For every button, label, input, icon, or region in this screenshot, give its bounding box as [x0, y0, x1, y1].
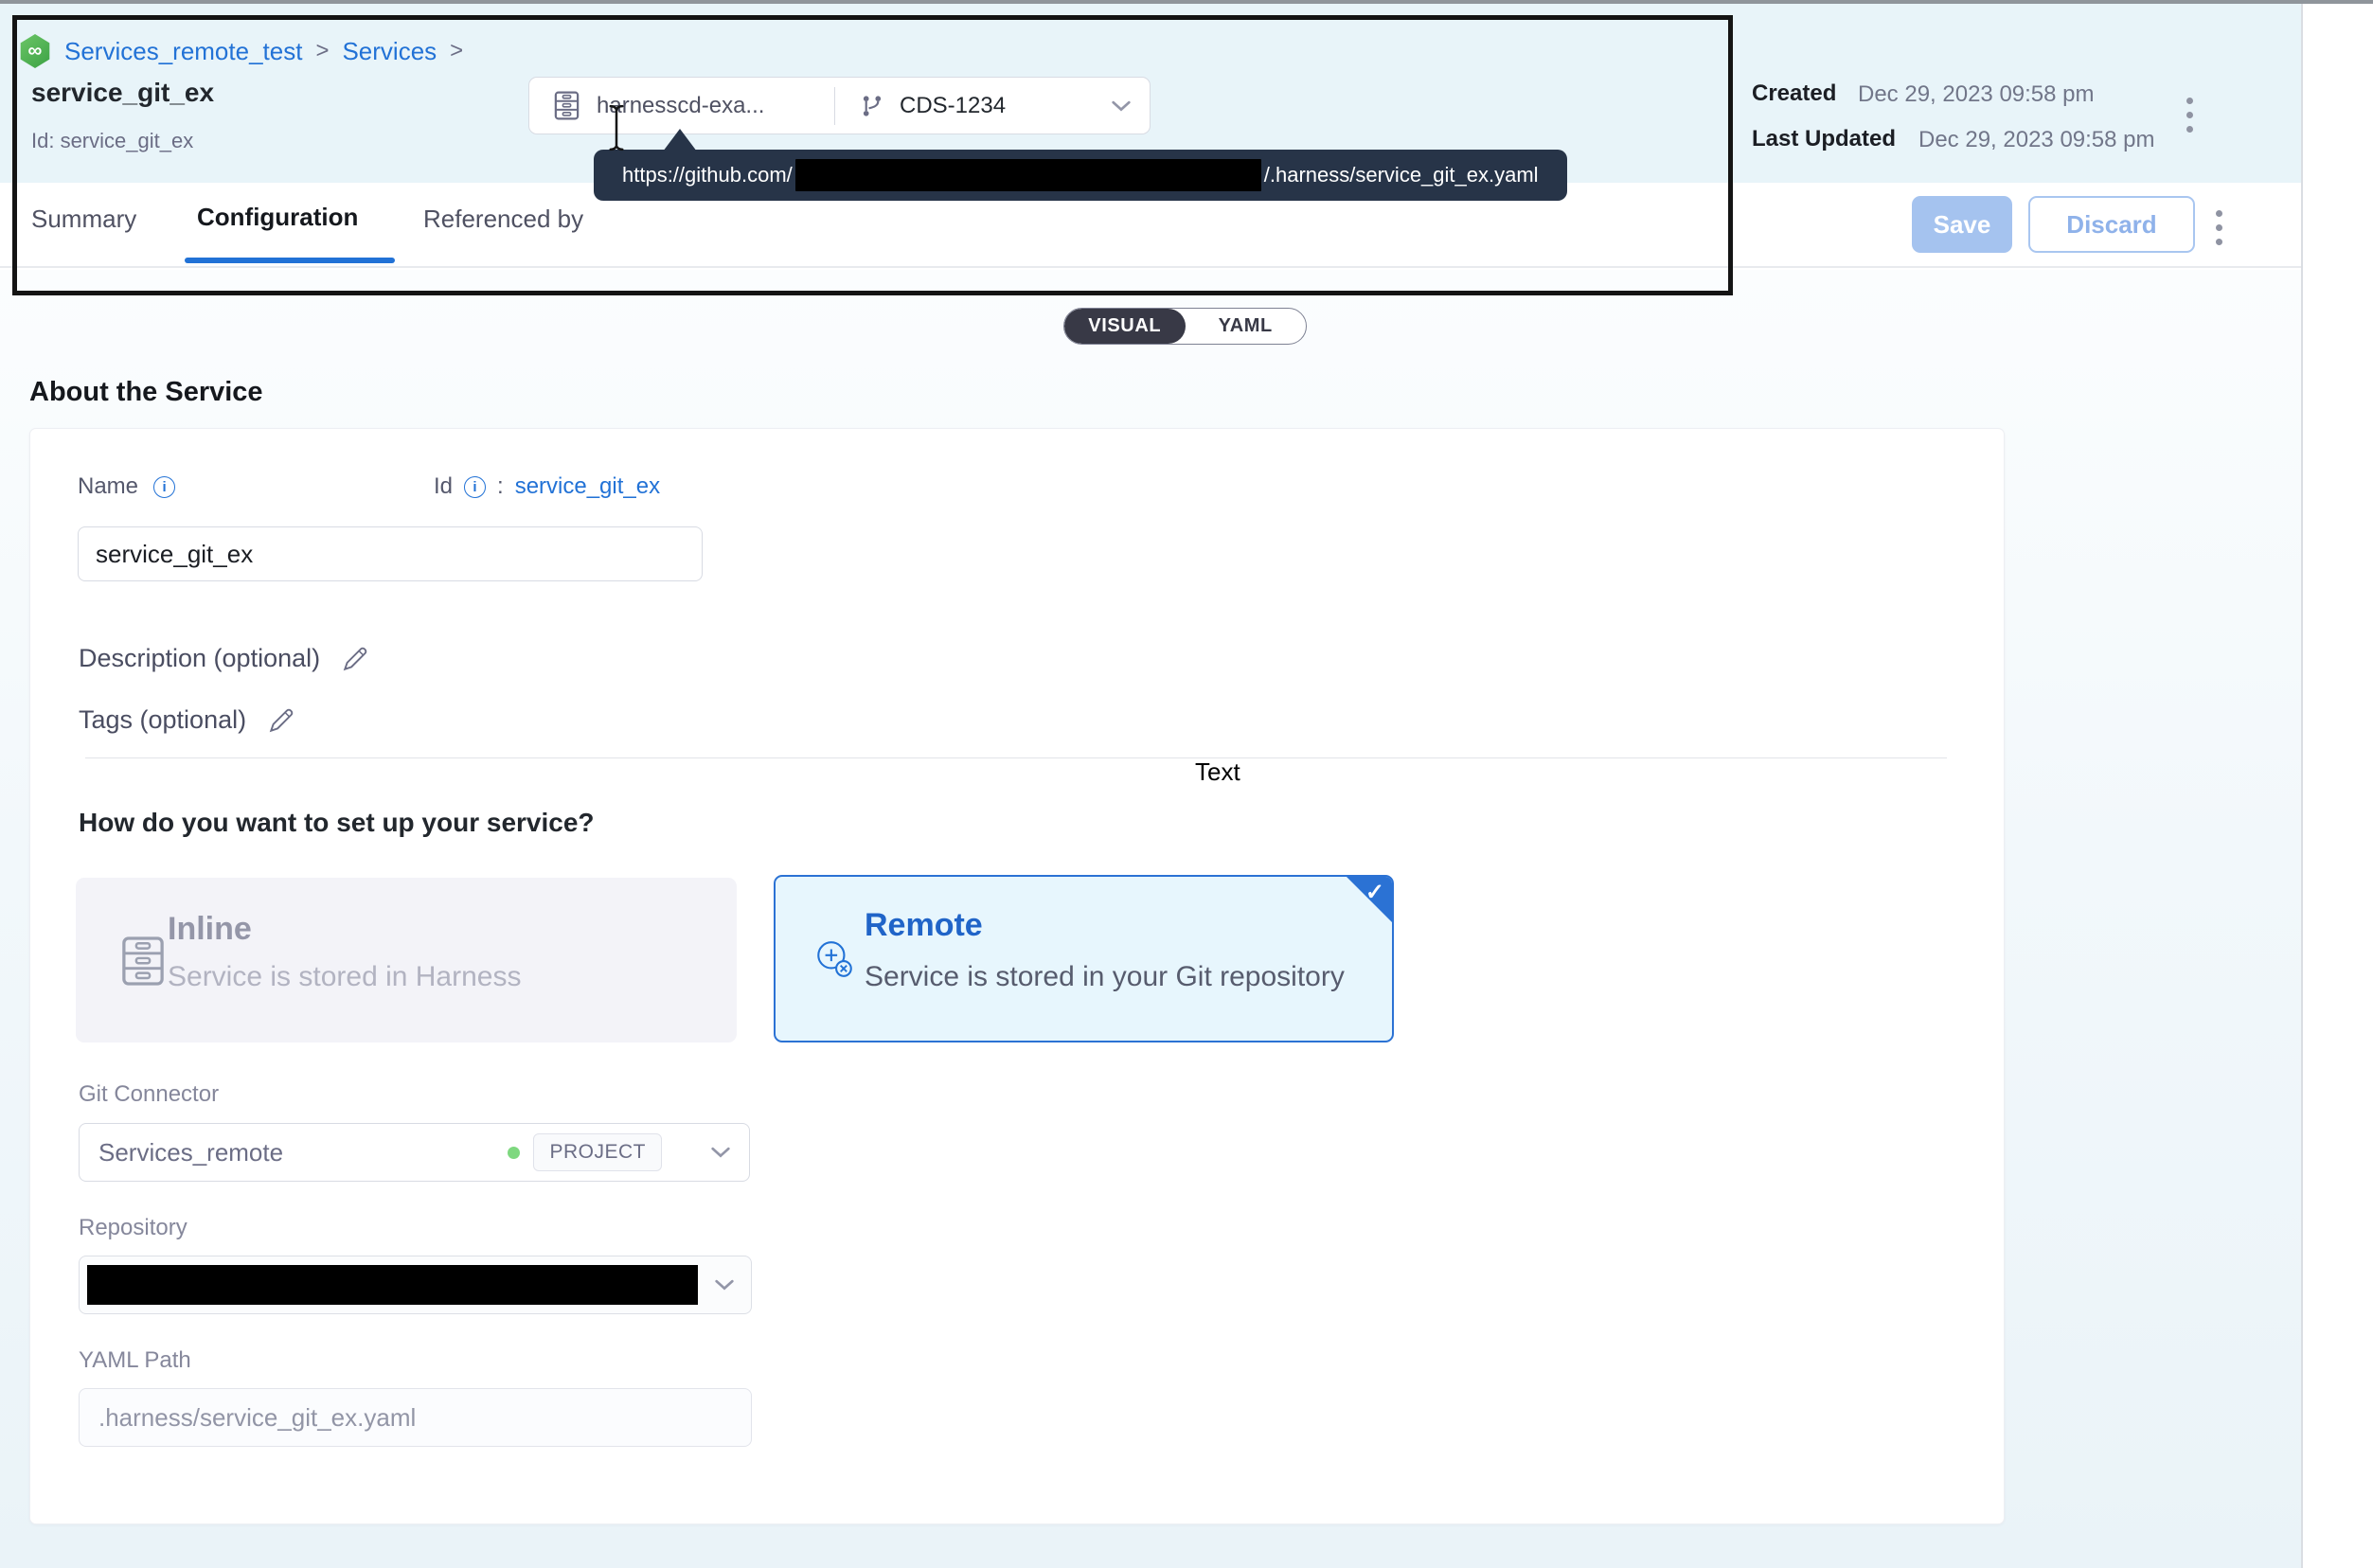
tooltip-arrow — [663, 129, 697, 151]
branch-name: CDS-1234 — [900, 93, 1006, 119]
page-title: service_git_ex — [31, 78, 214, 108]
id-label: Id — [434, 473, 453, 500]
branch-segment[interactable]: CDS-1234 — [835, 78, 1150, 134]
inline-title: Inline — [168, 911, 252, 948]
git-connector-label: Git Connector — [79, 1081, 219, 1108]
kebab-dot — [2186, 98, 2193, 104]
kebab-dot — [2216, 210, 2222, 217]
remote-title: Remote — [865, 907, 983, 944]
url-tooltip: https://github.com/ /.harness/service_gi… — [594, 150, 1567, 201]
inline-subtitle: Service is stored in Harness — [168, 961, 521, 993]
repository-label: Repository — [79, 1215, 187, 1241]
description-label: Description (optional) — [79, 644, 320, 673]
yaml-path-input[interactable] — [79, 1388, 752, 1447]
remote-subtitle: Service is stored in your Git repository — [865, 961, 1345, 993]
kebab-dot — [2186, 112, 2193, 118]
remote-card[interactable]: ✓ — [774, 875, 1394, 1042]
section-title: About the Service — [29, 377, 263, 408]
pencil-icon[interactable] — [267, 706, 295, 735]
git-connector-select[interactable]: Services_remote PROJECT — [79, 1123, 750, 1182]
created-label: Created — [1752, 80, 1836, 107]
tags-label: Tags (optional) — [79, 705, 246, 735]
save-button[interactable]: Save — [1912, 196, 2012, 253]
name-label-row: Name i — [78, 473, 175, 500]
discard-button[interactable]: Discard — [2028, 196, 2195, 253]
tab-summary[interactable]: Summary — [31, 205, 136, 234]
infinity-glyph: ∞ — [28, 40, 43, 62]
breadcrumb-separator: > — [315, 38, 329, 64]
name-input[interactable] — [78, 526, 703, 581]
chevron-down-icon[interactable] — [1112, 100, 1131, 112]
visual-yaml-toggle: VISUAL YAML — [1063, 308, 1307, 345]
remote-git-icon — [812, 937, 856, 981]
inline-card[interactable] — [76, 878, 737, 1042]
service-hexagon-icon: ∞ — [19, 34, 51, 68]
git-branch-icon — [860, 94, 884, 118]
description-row: Description (optional) — [79, 644, 369, 673]
redacted-bar — [795, 159, 1261, 191]
created-value: Dec 29, 2023 09:58 pm — [1858, 81, 2095, 108]
name-info-icon[interactable]: i — [153, 476, 175, 498]
updated-label: Last Updated — [1752, 126, 1896, 152]
form-divider — [85, 757, 1947, 758]
connector-status-dot — [508, 1147, 520, 1159]
breadcrumb-separator: > — [450, 38, 463, 64]
repository-select[interactable] — [79, 1256, 752, 1314]
tabbar-kebab-menu[interactable] — [2212, 206, 2226, 249]
yaml-path-label: YAML Path — [79, 1347, 191, 1374]
tooltip-url-prefix: https://github.com/ — [622, 163, 793, 187]
id-colon: : — [497, 473, 504, 500]
repo-storage-icon — [554, 91, 580, 120]
kebab-dot — [2216, 224, 2222, 231]
stray-text-label: Text — [1195, 757, 1240, 787]
chevron-down-icon[interactable] — [711, 1147, 730, 1158]
git-connector-value: Services_remote — [98, 1138, 283, 1167]
repo-segment[interactable]: harnesscd-exa... — [529, 78, 834, 134]
name-label: Name — [78, 473, 138, 500]
setup-question: How do you want to set up your service? — [79, 808, 595, 838]
toggle-yaml[interactable]: YAML — [1186, 309, 1307, 344]
project-scope-badge: PROJECT — [533, 1133, 662, 1171]
active-tab-underline — [185, 258, 395, 263]
screen: ∞ Services_remote_test > Services > serv… — [0, 0, 2373, 1568]
selected-check-icon: ✓ — [1365, 879, 1384, 906]
tab-referenced-by[interactable]: Referenced by — [423, 205, 583, 234]
tags-row: Tags (optional) — [79, 705, 295, 735]
id-info-icon[interactable]: i — [464, 476, 486, 498]
toggle-visual[interactable]: VISUAL — [1064, 309, 1186, 344]
updated-value: Dec 29, 2023 09:58 pm — [1918, 127, 2155, 153]
repository-redacted-value — [87, 1265, 698, 1305]
kebab-dot — [2186, 126, 2193, 133]
inline-storage-icon — [121, 935, 165, 987]
id-value-link[interactable]: service_git_ex — [515, 473, 660, 500]
breadcrumb: ∞ Services_remote_test > Services > — [19, 34, 463, 68]
tooltip-url-suffix: /.harness/service_git_ex.yaml — [1264, 163, 1539, 187]
chevron-down-icon[interactable] — [715, 1279, 734, 1291]
page-id: Id: service_git_ex — [31, 129, 193, 153]
tab-configuration[interactable]: Configuration — [197, 203, 358, 232]
breadcrumb-project-link[interactable]: Services_remote_test — [64, 37, 302, 66]
kebab-dot — [2216, 239, 2222, 245]
breadcrumb-services-link[interactable]: Services — [342, 37, 437, 66]
header-kebab-menu[interactable] — [2183, 94, 2197, 136]
pencil-icon[interactable] — [341, 645, 369, 673]
text-cursor — [606, 104, 627, 151]
id-row: Id i : service_git_ex — [434, 473, 660, 500]
